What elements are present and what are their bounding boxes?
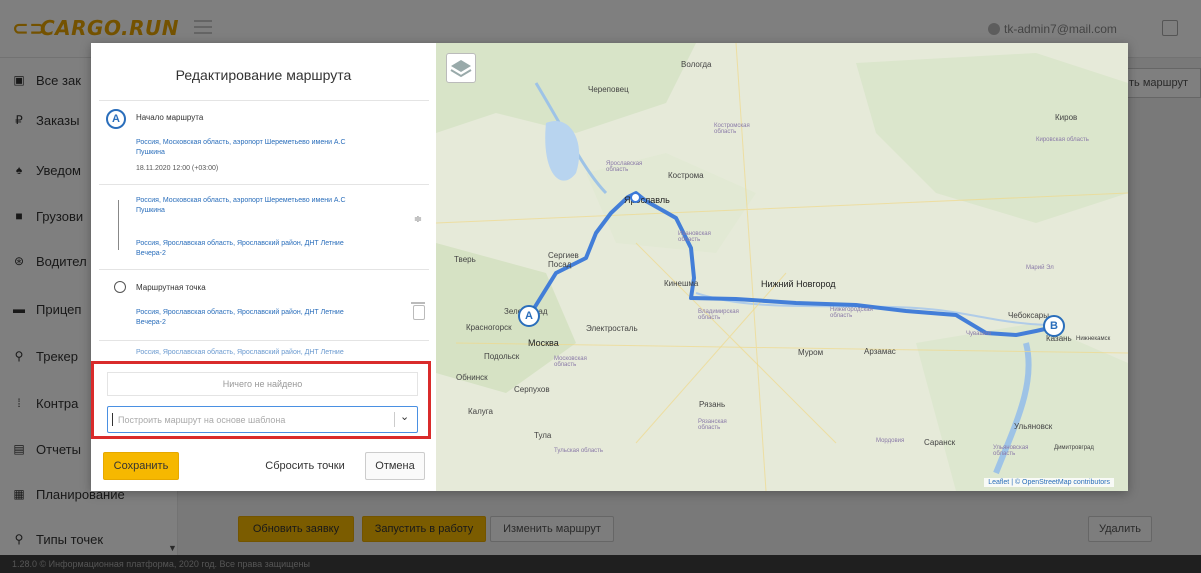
region-label: Тульская область: [554, 448, 604, 454]
cancel-button[interactable]: Отмена: [365, 452, 425, 480]
layers-control-icon[interactable]: [446, 53, 476, 83]
region-label: Нижегородская область: [830, 307, 873, 319]
city-label: Нижнекамск: [1076, 336, 1111, 342]
select-divider: [394, 412, 395, 427]
route-map[interactable]: Вологда Череповец Кострома Ярославль Тве…: [436, 43, 1128, 491]
chevron-down-icon[interactable]: ⌄: [400, 410, 409, 423]
next-point-address-cut[interactable]: Россия, Ярославская область, Ярославский…: [136, 348, 344, 358]
template-placeholder: Построить маршрут на основе шаблона: [118, 414, 286, 425]
attribution-text[interactable]: Leaflet | © OpenStreetMap contributors: [988, 479, 1110, 486]
city-label: Красногорск: [466, 323, 512, 332]
divider: [99, 340, 429, 341]
region-label: Ярославская область: [606, 161, 643, 173]
modal-title: Редактирование маршрута: [175, 67, 352, 83]
start-marker-a: A: [106, 109, 126, 129]
app-root: ⊂⊃CARGO.RUN tk-admin7@mail.com ▣Все зак …: [0, 0, 1201, 573]
divider: [99, 184, 429, 185]
region-label: Ульяновская область: [993, 445, 1029, 457]
segment-to-line2[interactable]: Вечера-2: [136, 249, 166, 259]
city-label: Димитровград: [1054, 445, 1094, 451]
region-label: Костромская область: [714, 123, 750, 135]
city-label: Нижний Новгород: [761, 279, 836, 289]
city-label: Электросталь: [586, 324, 638, 333]
segment-from-line1[interactable]: Россия, Московская область, аэропорт Шер…: [136, 196, 346, 206]
city-label: Чебоксары: [1008, 311, 1049, 320]
region-label: Ивановская область: [678, 231, 711, 243]
map-marker-a[interactable]: A: [518, 305, 540, 327]
city-label: Ульяновск: [1014, 422, 1053, 431]
route-template-select[interactable]: Построить маршрут на основе шаблона ⌄: [107, 406, 418, 433]
city-label: Сергиев Посад: [548, 251, 579, 269]
city-label: Череповец: [588, 85, 629, 94]
city-label: Кинешма: [664, 279, 699, 288]
segment-from-line2[interactable]: Пушкина: [136, 206, 165, 216]
region-label: Московская область: [554, 356, 587, 368]
region-label: Владимирская область: [698, 309, 739, 321]
waypoint-title: Маршрутная точка: [136, 283, 206, 292]
region-label: Кировская область: [1036, 137, 1089, 143]
city-label: Серпухов: [514, 385, 550, 394]
segment-line: [118, 200, 119, 250]
region-label: Марий Эл: [1026, 265, 1054, 271]
city-label: Тула: [534, 431, 552, 440]
city-label: Москва: [528, 338, 559, 348]
city-label: Кострома: [668, 171, 704, 180]
city-label: Вологда: [681, 60, 712, 69]
city-label: Рязань: [699, 400, 726, 409]
divider: [99, 100, 429, 101]
region-label: Рязанская область: [698, 419, 727, 431]
city-label: Калуга: [468, 407, 493, 416]
no-results-message: Ничего не найдено: [107, 372, 418, 396]
city-label: Киров: [1055, 113, 1078, 122]
start-point-address-line1[interactable]: Россия, Московская область, аэропорт Шер…: [136, 138, 346, 148]
waypoint-address-line2[interactable]: Вечера-2: [136, 318, 166, 328]
route-edit-modal: Редактирование маршрута A Начало маршрут…: [91, 43, 1128, 491]
divider: [99, 269, 429, 270]
delete-point-icon[interactable]: [411, 302, 425, 320]
city-label: Подольск: [484, 352, 520, 361]
city-label: Саранск: [924, 438, 956, 447]
start-point-date: 18.11.2020 12:00 (+03:00): [136, 165, 219, 172]
city-label: Обнинск: [456, 373, 488, 382]
start-point-title: Начало маршрута: [136, 113, 204, 122]
city-label: Арзамас: [864, 347, 896, 356]
city-label: Муром: [798, 348, 824, 357]
region-label: Чувашия: [966, 331, 991, 337]
template-search-highlight: Ничего не найдено Построить маршрут на о…: [91, 361, 431, 439]
save-button[interactable]: Сохранить: [103, 452, 179, 480]
route-panel: Редактирование маршрута A Начало маршрут…: [91, 43, 436, 491]
reset-points-button[interactable]: Сбросить точки: [253, 452, 357, 480]
reorder-handle-icon[interactable]: ≑: [413, 215, 423, 225]
segment-to-line1[interactable]: Россия, Ярославская область, Ярославский…: [136, 239, 344, 249]
map-waypoint-icon[interactable]: [630, 192, 641, 203]
map-marker-b[interactable]: B: [1043, 315, 1065, 337]
city-label: Тверь: [454, 255, 476, 264]
map-attribution: Leaflet | © OpenStreetMap contributors: [984, 478, 1114, 487]
text-cursor: [112, 413, 113, 426]
waypoint-address-line1[interactable]: Россия, Ярославская область, Ярославский…: [136, 308, 344, 318]
start-point-address-line2[interactable]: Пушкина: [136, 148, 165, 158]
region-label: Мордовия: [876, 438, 905, 444]
waypoint-marker-icon: [114, 281, 126, 293]
